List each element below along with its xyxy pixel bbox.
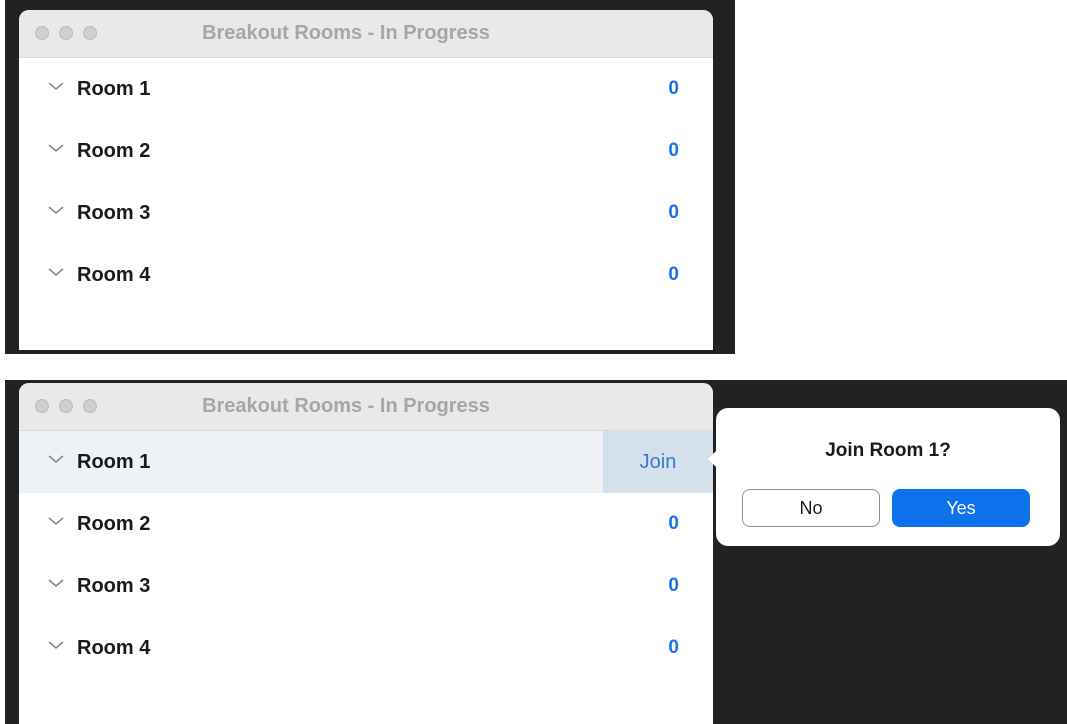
room-row[interactable]: Room 4 0 xyxy=(19,244,713,306)
room-name: Room 4 xyxy=(77,636,151,659)
room-name: Room 1 xyxy=(77,77,151,100)
chevron-down-icon[interactable] xyxy=(47,639,65,651)
chevron-down-icon[interactable] xyxy=(47,515,65,527)
room-name: Room 3 xyxy=(77,201,151,224)
chevron-down-icon[interactable] xyxy=(47,453,65,465)
popover-question: Join Room 1? xyxy=(825,440,951,461)
room-name: Room 1 xyxy=(77,450,151,473)
chevron-down-icon[interactable] xyxy=(47,204,65,216)
participant-count: 0 xyxy=(668,513,679,534)
window-title: Breakout Rooms - In Progress xyxy=(202,22,490,44)
chevron-down-icon[interactable] xyxy=(47,266,65,278)
room-name: Room 2 xyxy=(77,512,151,535)
room-name: Room 3 xyxy=(77,574,151,597)
title-bar: Breakout Rooms - In Progress xyxy=(19,383,713,431)
room-name: Room 2 xyxy=(77,139,151,162)
room-row[interactable]: Room 2 0 xyxy=(19,120,713,182)
room-row[interactable]: Room 1 0 xyxy=(19,58,713,120)
room-row[interactable]: Room 2 0 xyxy=(19,493,713,555)
participant-count: 0 xyxy=(668,637,679,658)
chevron-down-icon[interactable] xyxy=(47,577,65,589)
yes-button[interactable]: Yes xyxy=(892,489,1030,527)
window-title: Breakout Rooms - In Progress xyxy=(202,395,490,417)
breakout-rooms-window: Breakout Rooms - In Progress Room 1 Join… xyxy=(19,383,713,724)
screenshot-before: Breakout Rooms - In Progress Room 1 0 Ro… xyxy=(5,0,735,354)
participant-count: 0 xyxy=(668,264,679,285)
participant-count: 0 xyxy=(668,78,679,99)
room-name: Room 4 xyxy=(77,263,151,286)
room-row[interactable]: Room 3 0 xyxy=(19,555,713,617)
chevron-down-icon[interactable] xyxy=(47,80,65,92)
no-button[interactable]: No xyxy=(742,489,880,527)
chevron-down-icon[interactable] xyxy=(47,142,65,154)
participant-count: 0 xyxy=(668,202,679,223)
breakout-rooms-window: Breakout Rooms - In Progress Room 1 0 Ro… xyxy=(19,10,713,350)
title-bar: Breakout Rooms - In Progress xyxy=(19,10,713,58)
room-row[interactable]: Room 4 0 xyxy=(19,617,713,679)
participant-count: 0 xyxy=(668,140,679,161)
join-button[interactable]: Join xyxy=(603,431,713,493)
room-row[interactable]: Room 3 0 xyxy=(19,182,713,244)
join-room-popover: Join Room 1? No Yes xyxy=(708,408,1060,546)
room-row-hovered[interactable]: Room 1 Join xyxy=(19,431,713,493)
participant-count: 0 xyxy=(668,575,679,596)
screenshot-after: Breakout Rooms - In Progress Room 1 Join… xyxy=(5,380,1067,724)
